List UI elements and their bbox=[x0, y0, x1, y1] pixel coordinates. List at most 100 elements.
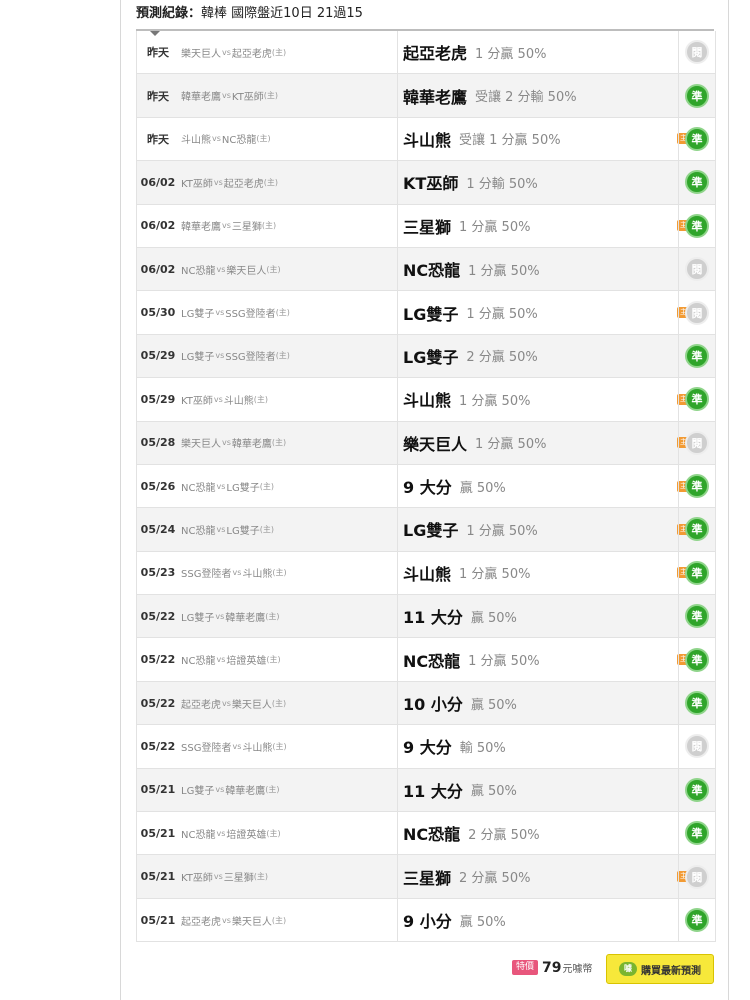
row-date: 05/29 bbox=[140, 392, 176, 406]
row-matchup[interactable]: NC恐龍 vs LG雙子 (主) bbox=[177, 465, 397, 507]
pick-team: LG雙子 bbox=[403, 304, 459, 324]
result-cell: 準 bbox=[678, 204, 715, 247]
home-mark: (主) bbox=[265, 611, 280, 621]
row-pick: 斗山熊 受讓 1 分贏 50% bbox=[397, 117, 677, 161]
table-row: 06/02韓華老鷹vs三星獅(主)三星獅1 分贏 50%主推準 bbox=[137, 204, 715, 248]
away-team: 韓華老鷹 bbox=[181, 92, 221, 104]
pick-detail: 受讓 2 分輸 50% bbox=[475, 90, 577, 106]
pick-detail: 贏 50% bbox=[459, 914, 506, 930]
row-matchup[interactable]: NC恐龍 vs 樂天巨人 (主) bbox=[177, 248, 397, 290]
vs-label: vs bbox=[222, 47, 231, 57]
result-cell: 準 bbox=[678, 378, 715, 421]
row-date: 05/22 bbox=[140, 696, 176, 710]
row-matchup[interactable]: 韓華老鷹 vs KT巫師 (主) bbox=[177, 74, 397, 116]
home-team: 斗山熊 bbox=[242, 742, 273, 754]
row-matchup[interactable]: 起亞老虎 vs 樂天巨人 (主) bbox=[177, 899, 397, 941]
row-matchup[interactable]: KT巫師 vs 斗山熊 (主) bbox=[177, 378, 397, 420]
pick-team: 11 大分 bbox=[403, 781, 463, 801]
table-row: 05/21 LG雙子 vs 韓華老鷹 (主) 11 大分贏 50% 準 bbox=[137, 768, 715, 813]
vs-label: vs bbox=[222, 915, 231, 925]
accurate-badge-icon: 準 bbox=[685, 517, 709, 542]
pick-team: KT巫師 bbox=[403, 174, 459, 194]
home-team: 三星獅 bbox=[223, 873, 254, 885]
row-matchup[interactable]: 起亞老虎 vs 樂天巨人 (主) bbox=[177, 682, 397, 724]
accurate-badge-icon: 準 bbox=[685, 777, 709, 802]
pick-detail: 1 分贏 50% bbox=[466, 307, 538, 323]
home-team: 起亞老虎 bbox=[223, 178, 264, 190]
home-mark: (主) bbox=[253, 872, 269, 882]
home-mark: (主) bbox=[261, 221, 277, 231]
accurate-badge-icon: 準 bbox=[685, 908, 709, 932]
row-date: 05/22 bbox=[140, 609, 176, 623]
home-team: LG雙子 bbox=[226, 525, 260, 537]
vs-label: vs bbox=[213, 394, 223, 404]
table-row: 昨天 樂天巨人 vs 起亞老虎 (主) 起亞老虎 1 分贏 50% 閱 bbox=[137, 31, 715, 75]
viewed-badge-icon: 閱 bbox=[685, 257, 709, 282]
pick-team: 9 大分 bbox=[403, 478, 452, 498]
row-matchup[interactable]: LG雙子 vs SSG登陸者 (主) bbox=[177, 335, 397, 377]
table-row: 05/21 NC恐龍 vs 培證英雄 (主) NC恐龍 2 分贏 50% 準 bbox=[137, 812, 715, 856]
away-team: LG雙子 bbox=[181, 786, 215, 798]
row-matchup[interactable]: 樂天巨人 vs 韓華老鷹 (主) bbox=[177, 422, 397, 464]
pick-detail: 1 分贏 50% bbox=[468, 263, 540, 279]
result-cell: 準 bbox=[678, 768, 715, 812]
home-team: KT巫師 bbox=[231, 92, 264, 104]
result-cell: 準 bbox=[678, 638, 715, 681]
home-team: 三星獅 bbox=[231, 222, 262, 234]
accurate-badge-icon: 準 bbox=[685, 821, 709, 846]
away-team: NC恐龍 bbox=[181, 525, 216, 537]
row-pick: NC恐龍 1 分贏 50% bbox=[397, 638, 677, 681]
table-row: 05/22 起亞老虎 vs 樂天巨人 (主) 10 小分贏 50% 準 bbox=[137, 681, 715, 726]
table-row: 05/24NC恐龍vsLG雙子(主)LG雙子1 分贏 50%主推準 bbox=[137, 508, 715, 552]
pick-team: 斗山熊 bbox=[403, 130, 452, 150]
pick-team: 三星獅 bbox=[403, 217, 452, 237]
accurate-badge-icon: 準 bbox=[685, 474, 709, 499]
pick-detail: 1 分贏 50% bbox=[466, 523, 538, 539]
pick-detail: 2 分贏 50% bbox=[466, 350, 538, 366]
table-row: 昨天斗山熊vsNC恐龍(主)斗山熊受讓 1 分贏 50%主推準 bbox=[137, 117, 715, 162]
row-matchup[interactable]: 韓華老鷹 vs 三星獅 (主) bbox=[177, 205, 397, 247]
pick-detail: 1 分贏 50% bbox=[475, 437, 547, 453]
row-matchup[interactable]: LG雙子 vs SSG登陸者 (主) bbox=[177, 291, 397, 333]
table-row: 05/22NC恐龍vs培證英雄(主)NC恐龍1 分贏 50%主推準 bbox=[137, 638, 715, 682]
vs-label: vs bbox=[216, 264, 226, 274]
row-matchup[interactable]: NC恐龍 vs 培證英雄 (主) bbox=[177, 638, 397, 680]
buy-latest-prediction-button[interactable]: 噱 購買最新預測 bbox=[606, 954, 714, 984]
home-mark: (主) bbox=[275, 308, 290, 318]
away-team: LG雙子 bbox=[181, 612, 215, 624]
result-cell: 準 bbox=[678, 595, 715, 638]
vs-label: vs bbox=[216, 481, 226, 491]
pick-team: 樂天巨人 bbox=[403, 434, 468, 454]
row-matchup[interactable]: NC恐龍 vs 培證英雄 (主) bbox=[177, 812, 397, 854]
away-team: KT巫師 bbox=[181, 873, 213, 885]
accurate-badge-icon: 準 bbox=[685, 126, 709, 151]
row-date: 06/02 bbox=[140, 262, 176, 276]
home-mark: (主) bbox=[272, 568, 287, 578]
row-matchup[interactable]: NC恐龍 vs LG雙子 (主) bbox=[177, 508, 397, 550]
result-cell: 閱 bbox=[678, 247, 715, 291]
home-mark: (主) bbox=[259, 524, 274, 534]
row-pick: 斗山熊 1 分贏 50% bbox=[397, 551, 677, 595]
coin-icon: 噱 bbox=[619, 962, 637, 976]
row-matchup[interactable]: LG雙子 vs 韓華老鷹 (主) bbox=[177, 595, 397, 637]
pick-team: 三星獅 bbox=[403, 868, 452, 888]
row-matchup[interactable]: LG雙子 vs 韓華老鷹 (主) bbox=[177, 769, 397, 811]
row-matchup[interactable]: 斗山熊 vs NC恐龍 (主) bbox=[177, 118, 397, 160]
vs-label: vs bbox=[216, 828, 226, 838]
row-matchup[interactable]: KT巫師 vs 三星獅 (主) bbox=[177, 855, 397, 897]
row-matchup[interactable]: 樂天巨人 vs 起亞老虎 (主) bbox=[177, 31, 397, 73]
row-pick: NC恐龍 1 分贏 50% bbox=[397, 247, 677, 291]
home-mark: (主) bbox=[259, 481, 274, 491]
vs-label: vs bbox=[222, 698, 231, 708]
result-cell: 準 bbox=[678, 508, 715, 551]
pick-team: NC恐龍 bbox=[403, 651, 461, 671]
row-matchup[interactable]: KT巫師 vs 起亞老虎 (主) bbox=[177, 161, 397, 203]
home-team: 韓華老鷹 bbox=[225, 786, 266, 798]
home-team: SSG登陸者 bbox=[225, 352, 276, 364]
accurate-badge-icon: 準 bbox=[685, 213, 709, 238]
row-matchup[interactable]: SSG登陸者 vs 斗山熊 (主) bbox=[177, 552, 397, 594]
row-matchup[interactable]: SSG登陸者 vs 斗山熊 (主) bbox=[177, 725, 397, 767]
accurate-badge-icon: 準 bbox=[685, 647, 709, 672]
result-cell: 準 bbox=[678, 464, 715, 508]
home-mark: (主) bbox=[271, 915, 287, 925]
